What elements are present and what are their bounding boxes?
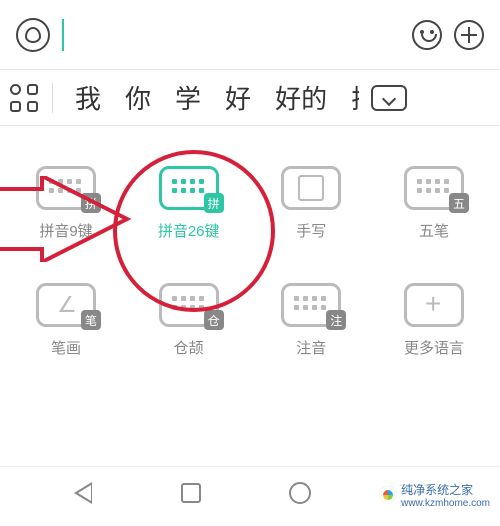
separator xyxy=(52,83,53,113)
nav-home-icon[interactable] xyxy=(181,483,201,503)
layout-option-more-languages[interactable]: 更多语言 xyxy=(392,283,476,358)
layout-label: 拼音26键 xyxy=(158,220,220,241)
keyboard-icon: 笔 xyxy=(36,283,96,327)
layout-label: 五笔 xyxy=(419,220,449,241)
nav-back-icon[interactable] xyxy=(74,482,92,504)
watermark-title: 纯净系统之家 xyxy=(401,481,490,498)
app-grid-icon[interactable] xyxy=(10,84,38,112)
layout-label: 拼音9键 xyxy=(39,220,92,241)
layout-badge: 拼 xyxy=(81,193,101,213)
candidate-word[interactable]: 学 xyxy=(167,79,209,116)
layout-badge: 五 xyxy=(449,193,469,213)
collapse-icon[interactable] xyxy=(371,85,407,111)
watermark: 纯净系统之家 www.kzmhome.com xyxy=(375,480,494,510)
layout-badge: 笔 xyxy=(81,310,101,330)
keyboard-icon: 仓 xyxy=(159,283,219,327)
layout-label: 更多语言 xyxy=(404,337,464,358)
keyboard-icon xyxy=(404,283,464,327)
layout-badge: 注 xyxy=(326,310,346,330)
layout-option-bihua[interactable]: 笔笔画 xyxy=(24,283,108,358)
keyboard-icon: 拼 xyxy=(36,166,96,210)
layout-option-wubi[interactable]: 五五笔 xyxy=(392,166,476,241)
watermark-url: www.kzmhome.com xyxy=(401,498,490,509)
layout-label: 仓颉 xyxy=(174,337,204,358)
candidate-word[interactable]: 好 xyxy=(217,79,259,116)
layout-label: 手写 xyxy=(296,220,326,241)
add-icon[interactable] xyxy=(454,20,484,50)
candidate-word[interactable]: 你 xyxy=(117,79,159,116)
candidate-word[interactable]: 我 xyxy=(67,79,109,116)
keyboard-icon: 注 xyxy=(281,283,341,327)
watermark-logo-icon xyxy=(379,486,397,504)
keyboard-icon: 拼 xyxy=(159,166,219,210)
layout-option-pinyin-26key[interactable]: 拼拼音26键 xyxy=(147,166,231,241)
layout-option-handwriting[interactable]: 手写 xyxy=(269,166,353,241)
layout-option-cangjie[interactable]: 仓仓颉 xyxy=(147,283,231,358)
layout-label: 笔画 xyxy=(51,337,81,358)
layout-row: 拼拼音9键拼拼音26键手写五五笔 xyxy=(24,166,476,241)
keyboard-icon: 五 xyxy=(404,166,464,210)
keyboard-icon xyxy=(281,166,341,210)
candidate-word[interactable]: 好的 xyxy=(267,79,335,116)
candidate-bar: 我 你 学 好 好的 扩 xyxy=(0,70,500,126)
layout-badge: 拼 xyxy=(204,193,224,213)
layout-badge: 仓 xyxy=(204,310,224,330)
input-top-bar xyxy=(0,0,500,70)
layout-row: 笔笔画仓仓颉注注音更多语言 xyxy=(24,283,476,358)
layout-option-zhuyin[interactable]: 注注音 xyxy=(269,283,353,358)
layout-option-pinyin-9key[interactable]: 拼拼音9键 xyxy=(24,166,108,241)
voice-input-icon[interactable] xyxy=(16,18,50,52)
layout-selection-panel: 拼拼音9键拼拼音26键手写五五笔 笔笔画仓仓颉注注音更多语言 xyxy=(0,126,500,410)
emoji-icon[interactable] xyxy=(412,20,442,50)
layout-label: 注音 xyxy=(296,337,326,358)
nav-recent-icon[interactable] xyxy=(289,482,311,504)
candidate-word[interactable]: 扩 xyxy=(343,79,359,116)
text-cursor xyxy=(62,19,64,51)
